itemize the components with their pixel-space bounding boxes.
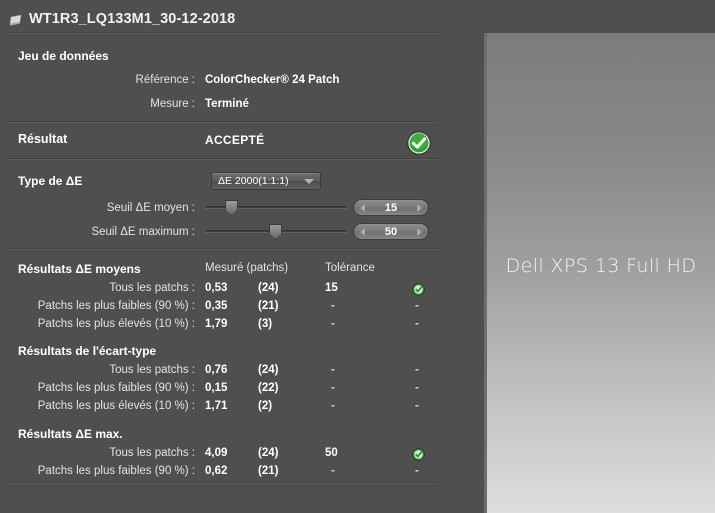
mean-threshold-label: Seuil ΔE moyen : bbox=[106, 202, 195, 214]
row-label: Patchs les plus élevés (10 %) : bbox=[37, 400, 195, 412]
page-title: WT1R3_LQ133M1_30-12-2018 bbox=[29, 11, 236, 27]
green-check-icon bbox=[412, 283, 425, 296]
row-status-empty: - bbox=[415, 465, 419, 477]
report-panel: WT1R3_LQ133M1_30-12-2018 Jeu de données … bbox=[0, 0, 484, 513]
row-patch-count: (21) bbox=[258, 300, 279, 312]
result-value: ACCEPTÉ bbox=[205, 133, 265, 147]
section-heading: Résultats de l'écart-type bbox=[18, 344, 157, 358]
row-tolerance-empty: - bbox=[331, 318, 335, 330]
row-status-empty: - bbox=[415, 364, 419, 376]
row-patch-count: (21) bbox=[258, 465, 279, 477]
slider-handle[interactable] bbox=[268, 224, 282, 239]
delta-e-type-selected-value: ΔE 2000(1:1:1) bbox=[218, 175, 289, 187]
row-status-empty: - bbox=[415, 300, 419, 312]
section-heading: Résultats ΔE max. bbox=[18, 427, 123, 441]
row-measured-value: 0,53 bbox=[205, 282, 228, 294]
window-title-row: WT1R3_LQ133M1_30-12-2018 bbox=[8, 8, 235, 30]
measure-label: Mesure : bbox=[150, 98, 195, 110]
max-threshold-value: 50 bbox=[384, 225, 398, 238]
divider-above-results-table bbox=[8, 248, 436, 250]
column-header-tolerance: Tolérance bbox=[325, 262, 375, 274]
row-status-empty: - bbox=[415, 400, 419, 412]
row-patch-count: (24) bbox=[258, 282, 279, 294]
arrow-right-icon[interactable] bbox=[417, 227, 422, 236]
divider-above-result bbox=[8, 121, 436, 123]
measure-value: Terminé bbox=[205, 98, 249, 110]
section-heading-dataset: Jeu de données bbox=[18, 49, 109, 63]
row-label: Tous les patchs : bbox=[109, 447, 195, 459]
row-label: Patchs les plus faibles (90 %) : bbox=[37, 300, 195, 312]
row-patch-count: (24) bbox=[258, 364, 279, 376]
reference-label: Référence : bbox=[135, 74, 195, 86]
row-label: Patchs les plus faibles (90 %) : bbox=[37, 382, 195, 394]
device-preview-panel: Dell XPS 13 Full HD bbox=[484, 33, 715, 513]
row-measured-value: 0,15 bbox=[205, 382, 228, 394]
column-header-measured: Mesuré (patchs) bbox=[205, 262, 289, 274]
row-tolerance-empty: - bbox=[331, 465, 335, 477]
row-patch-count: (22) bbox=[258, 382, 279, 394]
max-threshold-stepper[interactable]: 50 bbox=[353, 223, 429, 240]
row-tolerance-empty: - bbox=[331, 400, 335, 412]
row-patch-count: (3) bbox=[258, 318, 273, 330]
row-measured-value: 4,09 bbox=[205, 447, 228, 459]
green-check-icon bbox=[406, 130, 432, 156]
row-label: Tous les patchs : bbox=[109, 282, 195, 294]
section-heading: Résultats ΔE moyens bbox=[18, 262, 141, 276]
row-tolerance-empty: - bbox=[331, 364, 335, 376]
arrow-right-icon[interactable] bbox=[417, 203, 422, 212]
max-threshold-slider[interactable] bbox=[205, 223, 347, 239]
chevron-down-icon bbox=[304, 178, 314, 184]
device-name-label: Dell XPS 13 Full HD bbox=[505, 255, 697, 277]
mean-threshold-value: 15 bbox=[384, 201, 398, 214]
row-status-empty: - bbox=[415, 318, 419, 330]
mean-threshold-slider[interactable] bbox=[205, 199, 347, 215]
result-label: Résultat bbox=[18, 132, 68, 146]
row-tolerance-value: 50 bbox=[325, 447, 338, 459]
row-tolerance-empty: - bbox=[331, 382, 335, 394]
divider-table-bottom bbox=[8, 482, 436, 484]
mean-threshold-stepper[interactable]: 15 bbox=[353, 199, 429, 216]
row-label: Patchs les plus faibles (90 %) : bbox=[37, 465, 195, 477]
color-calibration-report-window: WT1R3_LQ133M1_30-12-2018 Jeu de données … bbox=[0, 0, 715, 513]
document-slab-icon bbox=[9, 14, 22, 26]
delta-e-type-label: Type de ΔE bbox=[18, 174, 83, 188]
row-tolerance-empty: - bbox=[331, 300, 335, 312]
row-patch-count: (24) bbox=[258, 447, 279, 459]
row-measured-value: 1,71 bbox=[205, 400, 228, 412]
max-threshold-label: Seuil ΔE maximum : bbox=[91, 226, 195, 238]
slider-handle[interactable] bbox=[224, 200, 238, 215]
row-measured-value: 0,35 bbox=[205, 300, 228, 312]
row-label: Tous les patchs : bbox=[109, 364, 195, 376]
row-label: Patchs les plus élevés (10 %) : bbox=[37, 318, 195, 330]
reference-value: ColorChecker® 24 Patch bbox=[205, 74, 340, 86]
row-tolerance-value: 15 bbox=[325, 282, 338, 294]
divider-below-result bbox=[8, 158, 436, 160]
row-measured-value: 1,79 bbox=[205, 318, 228, 330]
green-check-icon bbox=[412, 448, 425, 461]
divider-title bbox=[8, 32, 436, 34]
row-status-empty: - bbox=[415, 382, 419, 394]
row-measured-value: 0,62 bbox=[205, 465, 228, 477]
row-measured-value: 0,76 bbox=[205, 364, 228, 376]
row-patch-count: (2) bbox=[258, 400, 273, 412]
delta-e-type-select[interactable]: ΔE 2000(1:1:1) bbox=[211, 172, 321, 190]
